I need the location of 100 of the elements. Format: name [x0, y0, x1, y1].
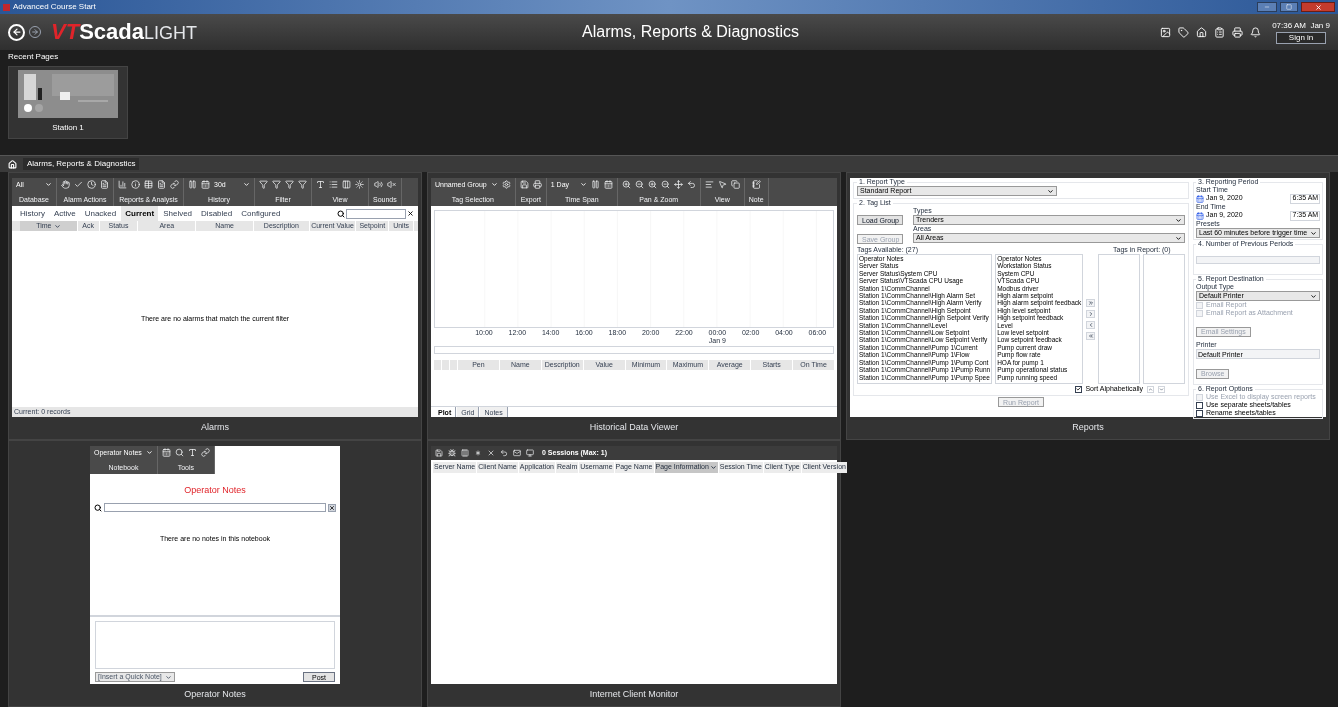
checkbox[interactable]: [1196, 401, 1203, 409]
document-icon[interactable]: [100, 180, 109, 189]
copy-icon[interactable]: [730, 180, 740, 189]
save-icon[interactable]: [519, 180, 529, 189]
checkbox[interactable]: [1075, 385, 1083, 393]
note-input[interactable]: [95, 621, 335, 669]
save-icon[interactable]: [435, 449, 443, 457]
zoom-in-icon[interactable]: [647, 180, 657, 189]
window-title: Advanced Course Start: [13, 1, 97, 13]
sign-in-button[interactable]: Sign in: [1275, 32, 1327, 44]
minimize-button[interactable]: [1257, 2, 1277, 12]
font-icon[interactable]: [316, 180, 325, 189]
pause-icon[interactable]: [188, 180, 197, 189]
mail-icon[interactable]: [513, 449, 521, 457]
add-all-icon[interactable]: [1087, 299, 1094, 306]
report-icon[interactable]: [1214, 26, 1226, 38]
tags-list[interactable]: [857, 254, 993, 384]
house-icon[interactable]: [1196, 26, 1208, 38]
alarm-tab[interactable]: Active: [49, 206, 80, 221]
checkbox[interactable]: [1196, 409, 1203, 417]
panel-caption: Operator Notes: [184, 688, 246, 702]
clock: 07:36 AM Jan 9: [1272, 20, 1330, 32]
search-icon[interactable]: [337, 209, 345, 218]
logo-mark: VT: [51, 21, 80, 43]
forward-icon: [31, 28, 39, 36]
search-icon[interactable]: [94, 503, 102, 512]
search-field[interactable]: [104, 503, 326, 512]
sun-icon[interactable]: [355, 180, 364, 189]
check-icon[interactable]: [74, 180, 83, 189]
alarm-tab[interactable]: Configured: [237, 206, 285, 221]
filter-icon[interactable]: [259, 180, 268, 189]
chart-icon[interactable]: [118, 180, 127, 189]
link-icon[interactable]: [200, 448, 210, 457]
close-button[interactable]: [1301, 2, 1335, 12]
gear-icon[interactable]: [501, 180, 511, 189]
bell-icon[interactable]: [1250, 26, 1262, 38]
link-icon[interactable]: [170, 180, 179, 189]
remove-icon[interactable]: [1087, 321, 1094, 328]
hand-icon[interactable]: [61, 180, 70, 189]
list-icon[interactable]: [329, 180, 338, 189]
notebook-icon[interactable]: [751, 180, 761, 189]
panel-caption: Internet Client Monitor: [589, 688, 679, 702]
speaker-icon[interactable]: [373, 180, 383, 189]
search-field[interactable]: [346, 208, 406, 219]
asterisk-icon[interactable]: [474, 449, 482, 457]
document-icon[interactable]: [157, 180, 166, 189]
info-icon[interactable]: [131, 180, 140, 189]
pointer-icon[interactable]: [717, 180, 727, 189]
recent-page-card[interactable]: Station 1: [8, 66, 128, 139]
undo-icon[interactable]: [500, 449, 508, 457]
add-icon[interactable]: [1087, 310, 1094, 317]
close-icon[interactable]: [407, 210, 414, 217]
close-icon: [329, 504, 335, 511]
back-icon: [11, 27, 22, 37]
input-field[interactable]: [1196, 256, 1320, 264]
caret-icon: [145, 449, 153, 456]
time-scrollbar[interactable]: [434, 346, 834, 354]
grid-icon[interactable]: [144, 180, 153, 189]
calendar-icon[interactable]: [1196, 194, 1204, 203]
filter-icon[interactable]: [285, 180, 294, 189]
descriptions-list[interactable]: [995, 254, 1084, 384]
back-button[interactable]: [8, 23, 25, 41]
alarm-tab[interactable]: Disabled: [197, 206, 237, 221]
caret-icon: [709, 464, 717, 471]
image-icon[interactable]: [1160, 26, 1172, 38]
bug-icon[interactable]: [448, 449, 456, 457]
forward-button[interactable]: [29, 26, 41, 38]
logo-edition: LIGHT: [143, 24, 197, 42]
zoom-out-icon[interactable]: [660, 180, 670, 189]
alarm-tab[interactable]: Current: [121, 206, 159, 221]
remove-all-icon[interactable]: [1087, 332, 1094, 339]
printer-icon[interactable]: [532, 180, 542, 189]
zoom-out-icon[interactable]: [634, 180, 644, 189]
breadcrumb-link[interactable]: Alarms, Reports & Diagnostics: [23, 158, 140, 170]
pan-icon[interactable]: [673, 180, 683, 189]
filter-icon[interactable]: [298, 180, 307, 189]
font-icon[interactable]: [187, 448, 197, 457]
printer-icon[interactable]: [1232, 26, 1244, 38]
legend-icon[interactable]: [704, 180, 714, 189]
undo-icon[interactable]: [686, 180, 696, 189]
home-icon[interactable]: [8, 159, 17, 169]
tag-icon[interactable]: [1178, 26, 1190, 38]
columns-icon[interactable]: [342, 180, 351, 189]
alarm-tab[interactable]: Unacked: [80, 206, 121, 221]
section-title: Recent Pages: [8, 51, 60, 63]
caret-icon: [164, 673, 172, 681]
caret-icon: [1047, 187, 1054, 195]
filter-icon[interactable]: [272, 180, 281, 189]
alarm-tab[interactable]: History: [16, 206, 49, 221]
pause-icon[interactable]: [590, 180, 600, 189]
caret-icon: [243, 181, 250, 188]
calendar-icon[interactable]: [1196, 211, 1204, 220]
monitor-icon[interactable]: [526, 449, 534, 457]
alarm-tab[interactable]: Shelved: [159, 206, 197, 221]
maximize-button[interactable]: [1280, 2, 1298, 12]
clock-icon[interactable]: [87, 180, 96, 189]
columns-icon[interactable]: [461, 449, 469, 457]
mute-icon[interactable]: [386, 180, 396, 189]
clear-button[interactable]: [328, 503, 336, 512]
zoom-in-icon[interactable]: [621, 180, 631, 189]
